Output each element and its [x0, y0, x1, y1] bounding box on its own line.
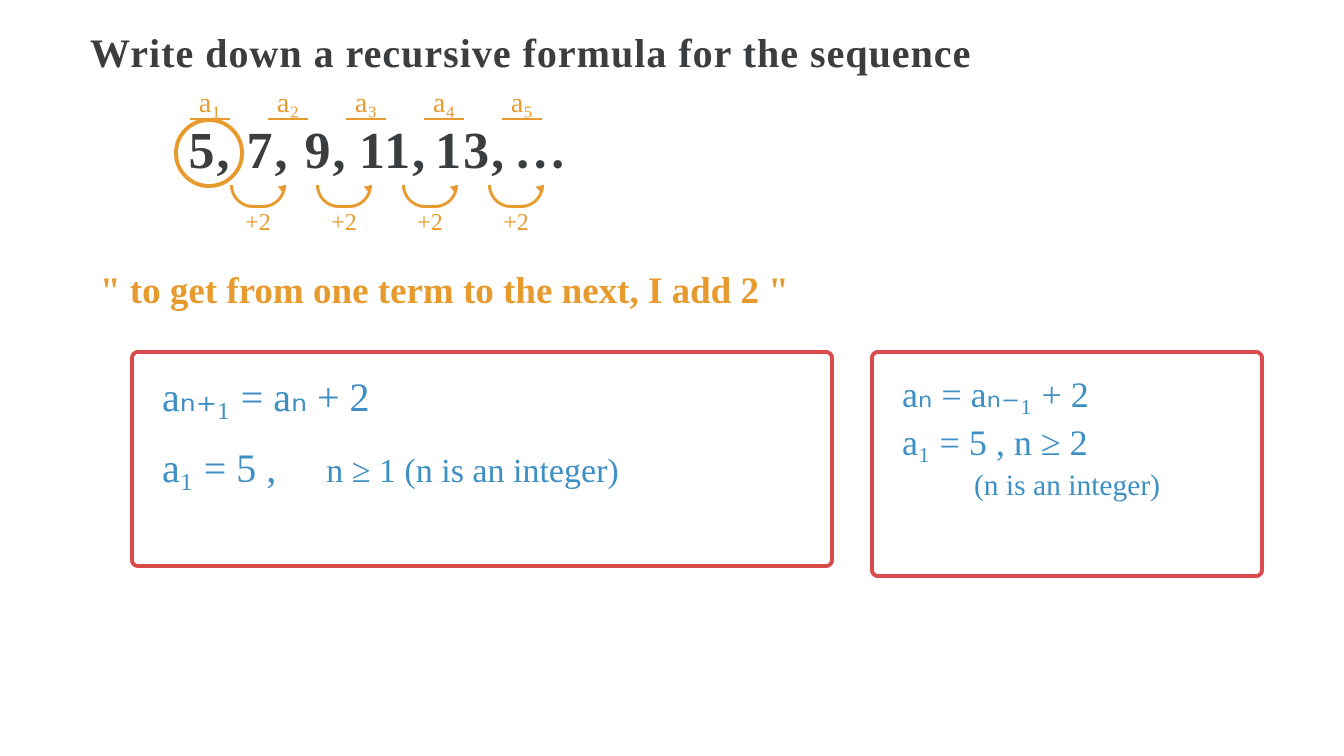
label-a3: a₃	[346, 88, 386, 120]
arc-icon	[402, 185, 458, 208]
sequence-values: 5, 7, 9, 11, 13, …	[185, 122, 568, 181]
formula-1-line1: aₙ₊₁ = aₙ + 2	[162, 374, 802, 421]
label-a1: a₁	[190, 88, 230, 120]
arrow-3: +2	[402, 185, 458, 237]
formula-box-2: aₙ = aₙ₋₁ + 2 a₁ = 5 , n ≥ 2 (n is an in…	[870, 350, 1264, 578]
increment-3: +2	[417, 210, 443, 237]
formula-2-line2: a₁ = 5 , n ≥ 2	[902, 422, 1232, 464]
arc-icon	[230, 185, 286, 208]
label-a5: a₅	[502, 88, 542, 120]
term-1: 5,	[185, 122, 235, 181]
formula-box-1: aₙ₊₁ = aₙ + 2 a₁ = 5 , n ≥ 1 (n is an in…	[130, 350, 834, 568]
formula-2-line3: (n is an integer)	[902, 470, 1232, 503]
increment-2: +2	[331, 210, 357, 237]
arc-icon	[488, 185, 544, 208]
rule-description: " to get from one term to the next, I ad…	[100, 270, 789, 313]
term-3: 9,	[301, 122, 351, 181]
arrow-4: +2	[488, 185, 544, 237]
label-a2: a₂	[268, 88, 308, 120]
increment-arrows: +2 +2 +2 +2	[230, 185, 544, 237]
term-4: 11,	[359, 122, 427, 181]
label-a4: a₄	[424, 88, 464, 120]
initial-condition: a₁ = 5 ,	[162, 446, 276, 491]
arrow-1: +2	[230, 185, 286, 237]
arrow-2: +2	[316, 185, 372, 237]
increment-1: +2	[245, 210, 271, 237]
domain-condition: n ≥ 1 (n is an integer)	[326, 453, 618, 490]
term-2: 7,	[243, 122, 293, 181]
term-dots: …	[514, 122, 568, 181]
problem-title: Write down a recursive formula for the s…	[90, 30, 971, 77]
formula-2-line1: aₙ = aₙ₋₁ + 2	[902, 374, 1232, 416]
term-labels: a₁ a₂ a₃ a₄ a₅	[190, 88, 542, 120]
formula-1-line2: a₁ = 5 , n ≥ 1 (n is an integer)	[162, 445, 802, 492]
term-5: 13,	[435, 122, 506, 181]
increment-4: +2	[503, 210, 529, 237]
arc-icon	[316, 185, 372, 208]
